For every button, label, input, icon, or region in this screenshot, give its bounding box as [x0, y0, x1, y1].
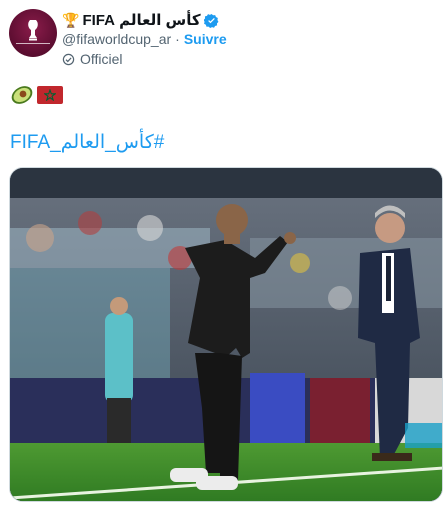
avocado-icon	[11, 86, 33, 104]
tweet-emojis	[10, 84, 63, 106]
hashtag-link[interactable]: #كأس_العالم_FIFA	[10, 131, 164, 154]
verified-badge-icon	[203, 13, 219, 28]
trophy-icon: 🏆	[62, 12, 80, 28]
avatar[interactable]	[9, 9, 57, 57]
follow-button[interactable]: Suivre	[184, 31, 227, 47]
affiliation-label: Officiel	[80, 51, 123, 67]
official-badge-icon	[62, 53, 75, 65]
account-handle[interactable]: @fifaworldcup_ar	[62, 31, 171, 47]
star-icon	[44, 89, 56, 101]
avatar-caption-line	[16, 42, 50, 48]
affiliation-row: Officiel	[62, 51, 123, 67]
handle-row: @fifaworldcup_ar · Suivre	[62, 31, 227, 47]
morocco-flag-icon	[37, 86, 63, 104]
display-name-row[interactable]: 🏆 كأس العالم FIFA	[62, 10, 219, 30]
separator-dot: ·	[175, 31, 180, 47]
world-cup-trophy-icon	[28, 19, 38, 40]
tweet-photo[interactable]	[9, 167, 443, 502]
coach-on-sideline-image	[10, 168, 442, 501]
display-name[interactable]: كأس العالم FIFA	[82, 11, 200, 29]
